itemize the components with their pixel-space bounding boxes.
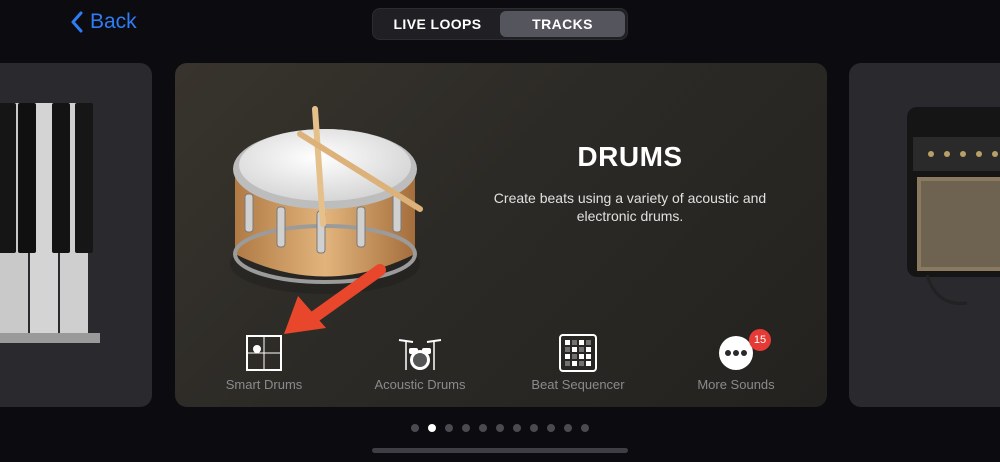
page-dot[interactable] (479, 424, 487, 432)
red-arrow-annotation (284, 264, 386, 334)
guitar-amp-image (907, 107, 1000, 305)
page-dot[interactable] (445, 424, 453, 432)
more-sounds-option[interactable]: 15 More Sounds (661, 329, 811, 392)
view-segmented-control: LIVE LOOPS TRACKS (372, 8, 628, 40)
keyboard-image (0, 103, 100, 343)
page-dot[interactable] (564, 424, 572, 432)
beat-sequencer-option[interactable]: Beat Sequencer (503, 331, 653, 392)
instrument-title: DRUMS (577, 141, 683, 172)
page-dot[interactable] (547, 424, 555, 432)
beat-sequencer-icon (559, 334, 597, 372)
instrument-options: Smart Drums Acoustic Drums Beat Sequence… (175, 329, 827, 401)
notification-badge: 15 (749, 329, 771, 351)
chevron-left-icon (71, 11, 83, 33)
page-dot[interactable] (530, 424, 538, 432)
page-dot[interactable] (581, 424, 589, 432)
option-label: Beat Sequencer (531, 377, 625, 392)
smart-drums-icon (246, 335, 282, 371)
page-indicator (0, 424, 1000, 432)
home-indicator[interactable] (372, 448, 628, 453)
page-dot[interactable] (496, 424, 504, 432)
option-label: More Sounds (697, 377, 775, 392)
back-button[interactable]: Back (70, 10, 137, 34)
tab-tracks[interactable]: TRACKS (500, 11, 625, 37)
drums-card[interactable]: DRUMS Create beats using a variety of ac… (175, 63, 827, 407)
page-dot-active[interactable] (428, 424, 436, 432)
instrument-description: Create beats using a variety of acoustic… (493, 190, 767, 224)
page-dot[interactable] (462, 424, 470, 432)
drum-kit-icon (398, 339, 442, 370)
back-label: Back (90, 10, 137, 33)
keyboard-card[interactable] (0, 63, 152, 407)
page-dot[interactable] (411, 424, 419, 432)
guitar-amp-card[interactable] (849, 63, 1000, 407)
option-label: Acoustic Drums (374, 377, 466, 392)
option-label: Smart Drums (225, 377, 303, 392)
tab-live-loops[interactable]: LIVE LOOPS (375, 11, 500, 37)
page-dot[interactable] (513, 424, 521, 432)
